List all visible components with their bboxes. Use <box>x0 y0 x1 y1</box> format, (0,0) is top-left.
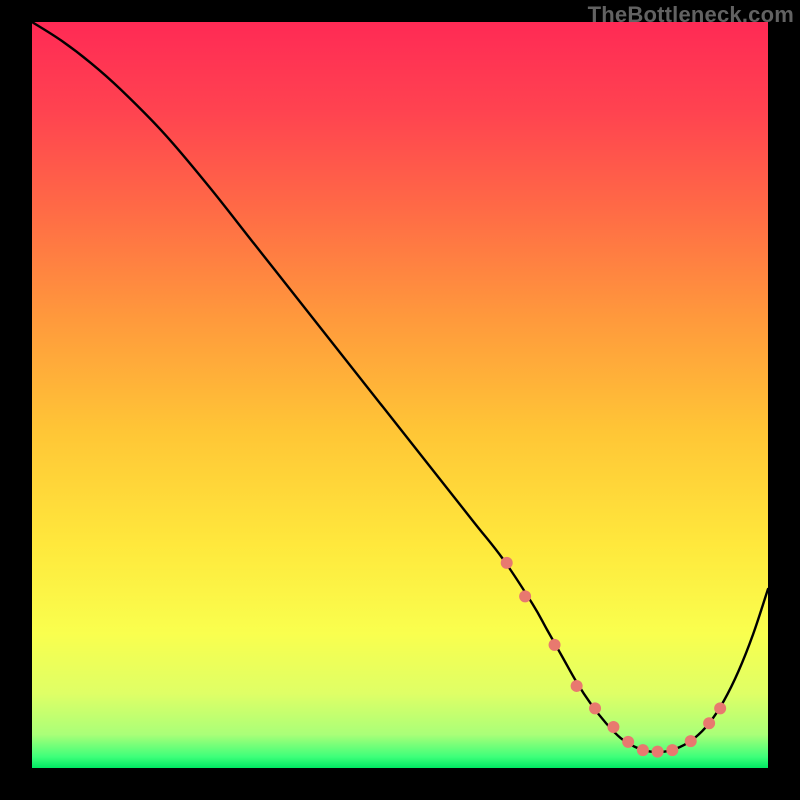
marker-dot <box>549 639 561 651</box>
marker-dot <box>607 721 619 733</box>
marker-dot <box>519 590 531 602</box>
marker-dot <box>589 702 601 714</box>
chart-frame: TheBottleneck.com <box>0 0 800 800</box>
marker-dot <box>637 744 649 756</box>
marker-dot <box>501 557 513 569</box>
marker-dot <box>666 744 678 756</box>
plot-area <box>32 22 768 768</box>
chart-svg <box>32 22 768 768</box>
gradient-background <box>32 22 768 768</box>
marker-dot <box>652 746 664 758</box>
marker-dot <box>685 735 697 747</box>
marker-dot <box>703 717 715 729</box>
marker-dot <box>714 702 726 714</box>
marker-dot <box>571 680 583 692</box>
marker-dot <box>622 736 634 748</box>
